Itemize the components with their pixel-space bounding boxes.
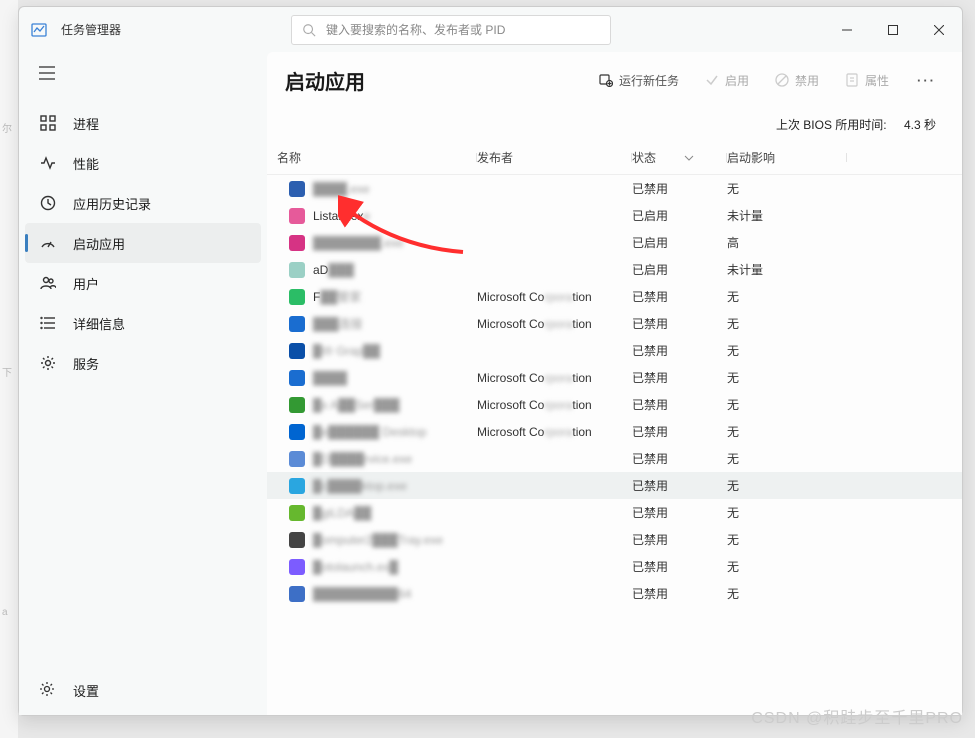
enable-button[interactable]: 启用	[695, 66, 759, 95]
gear-icon	[39, 355, 57, 371]
list-icon	[39, 315, 57, 331]
nav-processes[interactable]: 进程	[19, 103, 267, 143]
table-row[interactable]: █omputer2███Tray.exe已禁用无	[267, 526, 962, 553]
search-input[interactable]: 键入要搜索的名称、发布者或 PID	[291, 15, 611, 45]
table-row[interactable]: ███连接Microsoft Corporation已禁用无	[267, 310, 962, 337]
minimize-button[interactable]	[824, 7, 870, 52]
app-icon	[31, 22, 47, 38]
task-manager-window: 任务管理器 键入要搜索的名称、发布者或 PID 进程 性能 应用历史记录 启动应…	[18, 6, 963, 716]
users-icon	[39, 275, 57, 291]
page-title: 启动应用	[285, 66, 365, 95]
nav-performance[interactable]: 性能	[19, 143, 267, 183]
gauge-icon	[39, 235, 57, 251]
window-controls	[824, 7, 962, 52]
table-row[interactable]: █otolaunch.ex█已禁用无	[267, 553, 962, 580]
settings-button[interactable]: 设置	[19, 665, 267, 715]
table-row[interactable]: █D████rvice.exe已禁用无	[267, 445, 962, 472]
content-header: 启动应用 运行新任务 启用 禁用 属性 ···	[267, 52, 962, 108]
col-name[interactable]: 名称	[277, 149, 477, 166]
table-row[interactable]: aD███已启用未计量	[267, 256, 962, 283]
more-button[interactable]: ···	[909, 67, 944, 94]
nav-startup[interactable]: 启动应用	[25, 223, 261, 263]
gear-icon	[39, 681, 57, 700]
wave-icon	[39, 155, 57, 171]
close-button[interactable]	[916, 7, 962, 52]
history-icon	[39, 195, 57, 211]
table-row[interactable]: █x A██Ser███Microsoft Corporation已禁用无	[267, 391, 962, 418]
nav-list: 进程 性能 应用历史记录 启动应用 用户 详细信息 服务	[19, 103, 267, 665]
window-title: 任务管理器	[61, 21, 121, 38]
content-area: 启动应用 运行新任务 启用 禁用 属性 ···	[267, 52, 962, 715]
startup-table: 名称 发布者 状态 启动影响 ████.exe已禁用无Listary.exe已启…	[267, 141, 962, 715]
maximize-button[interactable]	[870, 7, 916, 52]
table-row[interactable]: F██管家Microsoft Corporation已禁用无	[267, 283, 962, 310]
table-row[interactable]: █giLDA██已禁用无	[267, 499, 962, 526]
sidebar: 进程 性能 应用历史记录 启动应用 用户 详细信息 服务 设置	[19, 52, 267, 715]
run-new-task-button[interactable]: 运行新任务	[589, 66, 689, 95]
table-row[interactable]: ████████.exe已启用高	[267, 229, 962, 256]
bios-time: 上次 BIOS 所用时间: 4.3 秒	[267, 108, 962, 141]
nav-details[interactable]: 详细信息	[19, 303, 267, 343]
nav-services[interactable]: 服务	[19, 343, 267, 383]
col-publisher[interactable]: 发布者	[477, 149, 632, 166]
properties-button[interactable]: 属性	[835, 66, 899, 95]
disable-button[interactable]: 禁用	[765, 66, 829, 95]
grid-icon	[39, 115, 57, 131]
table-row[interactable]: █c████ktop.exe已禁用无	[267, 472, 962, 499]
table-header: 名称 发布者 状态 启动影响	[267, 141, 962, 175]
table-row[interactable]: ████.exe已禁用无	[267, 175, 962, 202]
table-row[interactable]: ██████████64已禁用无	[267, 580, 962, 607]
table-row[interactable]: █l® Grap██已禁用无	[267, 337, 962, 364]
hamburger-button[interactable]	[19, 58, 267, 91]
table-row[interactable]: Listary.exe已启用未计量	[267, 202, 962, 229]
col-status[interactable]: 状态	[632, 149, 727, 166]
table-row[interactable]: ████Microsoft Corporation已禁用无	[267, 364, 962, 391]
table-row[interactable]: █e██████ DesktopMicrosoft Corporation已禁用…	[267, 418, 962, 445]
titlebar: 任务管理器 键入要搜索的名称、发布者或 PID	[19, 7, 962, 52]
nav-history[interactable]: 应用历史记录	[19, 183, 267, 223]
table-rows: ████.exe已禁用无Listary.exe已启用未计量████████.ex…	[267, 175, 962, 607]
nav-users[interactable]: 用户	[19, 263, 267, 303]
search-placeholder: 键入要搜索的名称、发布者或 PID	[326, 21, 505, 38]
col-impact[interactable]: 启动影响	[727, 149, 847, 166]
